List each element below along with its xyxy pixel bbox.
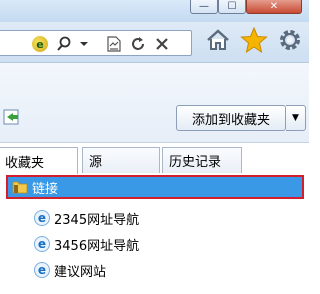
favorites-star-icon[interactable] — [240, 26, 268, 54]
minimize-icon: — — [199, 0, 209, 12]
tab-feeds[interactable]: 源 — [82, 147, 160, 173]
list-item[interactable]: e 3456网址导航 — [34, 233, 139, 255]
browser-toolbar: e — [0, 22, 309, 62]
list-item[interactable]: e 建议网站 — [34, 259, 106, 281]
folder-icon — [12, 180, 28, 194]
address-bar[interactable]: e — [0, 30, 192, 56]
close-icon: ✕ — [269, 0, 279, 12]
close-window-button[interactable]: ✕ — [246, 0, 302, 14]
ie-logo-icon: e — [31, 35, 49, 53]
tools-gear-icon[interactable] — [276, 26, 304, 54]
refresh-icon[interactable] — [129, 35, 147, 53]
maximize-icon: ☐ — [227, 0, 237, 12]
chevron-down-icon: ▼ — [292, 113, 299, 123]
maximize-button[interactable]: ☐ — [218, 0, 246, 14]
stop-icon[interactable] — [153, 35, 171, 53]
ie-page-icon: e — [34, 210, 50, 226]
favorites-pane: 添加到收藏夹 ▼ 收藏夹 源 历史记录 链接 e 2345网址导航 e 3456… — [0, 62, 309, 294]
tab-history[interactable]: 历史记录 — [162, 147, 242, 173]
add-to-favorites-dropdown[interactable]: ▼ — [286, 105, 306, 131]
add-to-favorites-button[interactable]: 添加到收藏夹 — [176, 105, 286, 131]
compatibility-icon[interactable] — [105, 35, 123, 53]
favorites-tabs: 收藏夹 源 历史记录 — [0, 147, 309, 174]
tab-favorites[interactable]: 收藏夹 — [0, 147, 78, 174]
dropdown-icon[interactable] — [75, 35, 93, 53]
minimize-button[interactable]: — — [190, 0, 218, 14]
ie-page-icon: e — [34, 236, 50, 252]
list-item-label: 建议网站 — [54, 264, 107, 280]
home-icon[interactable] — [204, 26, 232, 54]
favorites-pane-header: 添加到收藏夹 ▼ — [0, 63, 309, 143]
ie-page-icon: e — [34, 262, 50, 278]
list-item-label: 2345网址导航 — [54, 212, 140, 228]
list-item-label: 链接 — [32, 181, 59, 197]
list-item[interactable]: e 2345网址导航 — [34, 207, 139, 229]
search-icon[interactable] — [55, 35, 73, 53]
list-item-links-folder[interactable]: 链接 — [6, 175, 304, 199]
favorites-center-icon[interactable] — [3, 108, 21, 126]
title-bar: — ☐ ✕ — [0, 0, 309, 22]
list-item-label: 3456网址导航 — [54, 238, 140, 254]
